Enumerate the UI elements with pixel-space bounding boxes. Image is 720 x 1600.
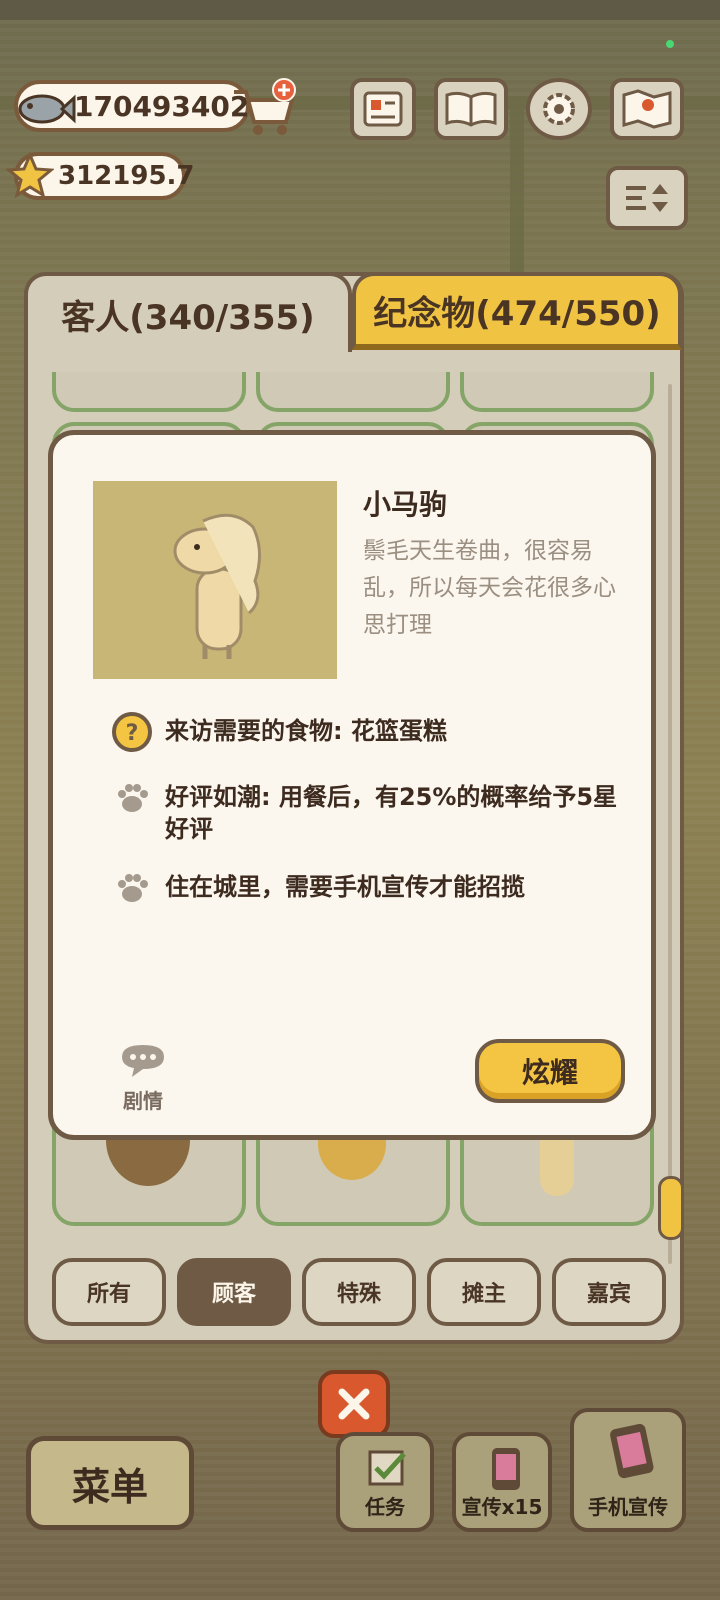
side-toggle-button[interactable] <box>606 166 688 230</box>
show-off-button[interactable]: 炫耀 <box>475 1039 625 1103</box>
checkbox-icon <box>368 1450 406 1486</box>
fish-count: 170493402 <box>74 89 250 123</box>
tab-souvenirs[interactable]: 纪念物(474/550) <box>352 272 682 350</box>
phone-promo-button[interactable]: 手机宣传 <box>570 1408 686 1532</box>
trait-row: 好评如潮: 用餐后，有25%的概率给予5星好评 <box>111 777 631 845</box>
guest-detail-modal: 小马驹 鬃毛天生卷曲，很容易乱，所以每天会花很多心思打理 ? 来访需要的食物: … <box>48 430 656 1140</box>
settings-button[interactable] <box>526 78 592 140</box>
close-button[interactable] <box>318 1370 390 1438</box>
star-icon <box>6 152 54 199</box>
guest-card[interactable] <box>460 372 654 412</box>
food-requirement-text: 来访需要的食物: 花篮蛋糕 <box>165 717 447 745</box>
filter-customers[interactable]: 顾客 <box>177 1258 291 1326</box>
filter-row: 所有 顾客 特殊 摊主 嘉宾 <box>52 1258 668 1328</box>
paw-icon <box>111 777 153 819</box>
roof-post <box>510 110 524 280</box>
trait-text: 好评如潮: 用餐后，有25%的概率给予5星好评 <box>165 783 618 843</box>
grid-scrollbar[interactable] <box>668 384 672 1264</box>
residence-text: 住在城里，需要手机宣传才能招揽 <box>165 873 525 901</box>
tab-guests[interactable]: 客人(340/355) <box>24 272 352 352</box>
alpaca-portrait <box>173 513 261 659</box>
grid-scroll-thumb[interactable] <box>658 1176 684 1240</box>
question-icon: ? <box>111 711 153 753</box>
status-dot <box>666 40 674 48</box>
gear-icon <box>543 93 575 125</box>
menu-button[interactable]: 菜单 <box>26 1436 194 1530</box>
paw-icon <box>111 867 153 909</box>
filter-guests[interactable]: 嘉宾 <box>552 1258 666 1326</box>
promo-x15-button[interactable]: 宣传x15 <box>452 1432 552 1532</box>
guest-card[interactable] <box>256 372 450 412</box>
svg-text:?: ? <box>126 721 139 746</box>
shop-cart-icon[interactable] <box>228 76 300 140</box>
phone-icon <box>492 1448 520 1490</box>
id-card-icon <box>363 91 403 127</box>
tasks-button[interactable]: 任务 <box>336 1432 434 1532</box>
promo-x15-label: 宣传x15 <box>461 1495 543 1519</box>
book-button[interactable] <box>434 78 508 140</box>
tasks-label: 任务 <box>365 1495 405 1519</box>
book-icon <box>445 91 497 127</box>
phone-icon <box>610 1423 654 1479</box>
map-pin-icon <box>622 89 672 129</box>
guest-card[interactable] <box>52 372 246 412</box>
sort-arrows-icon <box>626 184 668 212</box>
phone-promo-label: 手机宣传 <box>588 1495 668 1519</box>
filter-vendors[interactable]: 摊主 <box>427 1258 541 1326</box>
speech-bubble-icon <box>122 1045 164 1077</box>
filter-special[interactable]: 特殊 <box>302 1258 416 1326</box>
residence-row: 住在城里，需要手机宣传才能招揽 <box>111 867 631 909</box>
close-icon <box>338 1388 370 1420</box>
guest-name: 小马驹 <box>363 488 448 521</box>
guest-portrait <box>93 481 337 679</box>
food-requirement-row: ? 来访需要的食物: 花篮蛋糕 <box>111 711 631 753</box>
filter-all[interactable]: 所有 <box>52 1258 166 1326</box>
guest-description: 鬃毛天生卷曲，很容易乱，所以每天会花很多心思打理 <box>363 538 616 638</box>
story-label: 剧情 <box>123 1089 163 1113</box>
star-count: 312195.7 <box>58 161 195 191</box>
map-button[interactable] <box>610 78 684 140</box>
profile-card-button[interactable] <box>350 78 416 140</box>
story-button[interactable]: 剧情 <box>113 1041 173 1114</box>
fish-icon <box>18 94 76 124</box>
